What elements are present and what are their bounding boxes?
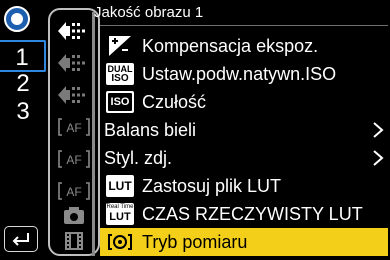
af-icon-label: AF <box>66 121 81 135</box>
realtime-lut-icon: Real Time LUT <box>106 203 134 225</box>
mode-indicator-icon <box>2 4 32 34</box>
menu-item-exposure-compensation[interactable]: Kompensacja ekspoz. <box>100 32 388 60</box>
menu-item-label: Balans bieli <box>104 120 197 140</box>
chevron-right-icon <box>372 122 384 138</box>
menu-item-white-balance[interactable]: Balans bieli <box>100 116 388 144</box>
af-icon[interactable]: AF <box>54 114 94 140</box>
menu-item-label: Kompensacja ekspoz. <box>142 36 319 56</box>
page-tab-label: 3 <box>16 98 30 125</box>
menu-item-label: Zastosuj plik LUT <box>142 176 282 196</box>
dual-iso-icon: DUAL ISO <box>106 63 134 85</box>
photo-format-icon[interactable] <box>54 82 94 108</box>
chevron-right-icon <box>372 150 384 166</box>
lut-icon: LUT <box>106 175 134 197</box>
camera-menu-screen: 1 2 3 AF AF AF Jakość obrazu 1 Kompensac… <box>0 0 390 260</box>
scrollbar[interactable] <box>92 12 95 256</box>
menu-item-realtime-lut[interactable]: Real Time LUT CZAS RZECZYWISTY LUT <box>100 200 388 228</box>
page-tab-3[interactable]: 3 <box>0 96 46 128</box>
exposure-comp-icon <box>106 35 134 57</box>
menu-item-label: CZAS RZECZYWISTY LUT <box>142 204 363 224</box>
menu-item-metering-mode[interactable]: Tryb pomiaru <box>100 228 388 256</box>
af-icon-label: AF <box>66 185 81 199</box>
photo-format-icon[interactable] <box>54 18 94 44</box>
lut-icon-text: LUT <box>106 175 134 197</box>
menu-item-dual-native-iso[interactable]: DUAL ISO Ustaw.podw.natywn.ISO <box>100 60 388 88</box>
realtime-lut-icon-line2: LUT <box>109 211 131 223</box>
af-icon[interactable]: AF <box>54 178 94 204</box>
photo-format-icon[interactable] <box>54 50 94 76</box>
af-icon[interactable]: AF <box>54 146 94 172</box>
menu-item-photo-style[interactable]: Styl. zdj. <box>100 144 388 172</box>
header-divider <box>100 25 388 26</box>
camera-icon[interactable] <box>54 202 94 228</box>
return-arrow-icon <box>12 233 29 246</box>
menu-item-label: Ustaw.podw.natywn.ISO <box>142 64 337 84</box>
menu-item-label: Styl. zdj. <box>104 148 173 168</box>
menu-item-label: Tryb pomiaru <box>142 232 248 252</box>
iso-icon-text: ISO <box>108 93 132 111</box>
iso-icon: ISO <box>106 91 134 113</box>
menu-item-label: Czułość <box>142 92 207 112</box>
af-icon-label: AF <box>66 153 81 167</box>
menu-title: Jakość obrazu 1 <box>94 4 204 21</box>
page-tab-label: 1 <box>15 44 29 71</box>
back-button[interactable] <box>4 226 38 252</box>
menu-item-sensitivity[interactable]: ISO Czułość <box>100 88 388 116</box>
metering-mode-icon <box>106 231 134 253</box>
realtime-lut-icon-line1: Real Time <box>106 204 134 210</box>
page-tabs: 1 2 3 <box>0 40 46 220</box>
dual-iso-icon-line2: ISO <box>111 73 129 84</box>
menu-item-apply-lut-file[interactable]: LUT Zastosuj plik LUT <box>100 172 388 200</box>
film-icon[interactable] <box>54 228 94 254</box>
page-tab-label: 2 <box>16 70 30 97</box>
